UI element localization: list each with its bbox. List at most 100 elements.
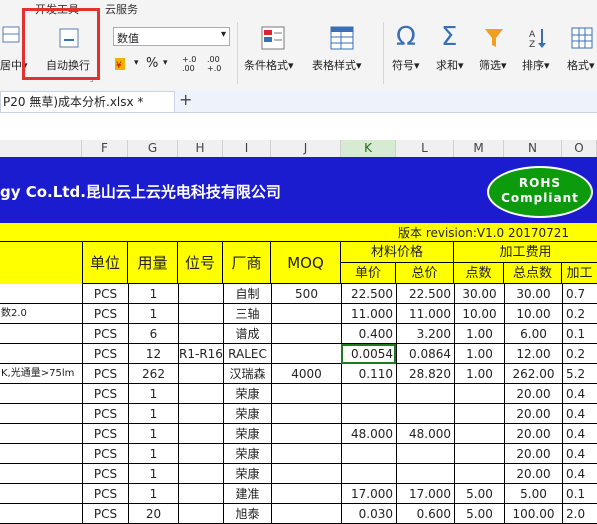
cell-unit-price[interactable] <box>341 444 396 464</box>
cell-processing[interactable]: 0.7 <box>562 284 597 304</box>
header-processing[interactable]: 加工 <box>562 263 597 284</box>
cell-description[interactable]: K,光通量>75lm <box>0 364 82 384</box>
cell-unit[interactable]: PCS <box>82 444 128 464</box>
number-format-select[interactable]: 数值 ▾ <box>113 27 230 46</box>
header-qty[interactable]: 用量 <box>128 242 178 284</box>
cell-position[interactable] <box>178 424 223 444</box>
cell-processing[interactable]: 0.1 <box>562 484 597 504</box>
cell-unit-price[interactable] <box>341 404 396 424</box>
cell-moq[interactable] <box>271 504 341 524</box>
decrease-decimal-button[interactable]: .00 +.0 <box>207 55 227 73</box>
cell-unit[interactable]: PCS <box>82 324 128 344</box>
revision-row[interactable]: 版本 revision:V1.0 20170721 <box>0 223 597 242</box>
cell-unit[interactable]: PCS <box>82 464 128 484</box>
cell-vendor[interactable]: 三轴 <box>223 304 271 324</box>
cell-moq[interactable] <box>271 304 341 324</box>
cell-description[interactable] <box>0 464 82 484</box>
cell-moq[interactable]: 4000 <box>271 364 341 384</box>
cell-qty[interactable]: 1 <box>128 404 178 424</box>
file-tab[interactable]: P20 無草)成本分析.xlsx * <box>0 91 175 112</box>
cell-unit[interactable]: PCS <box>82 344 128 364</box>
header-position[interactable]: 位号 <box>178 242 223 284</box>
cell-unit-price[interactable]: 48.000 <box>341 424 396 444</box>
company-title[interactable]: gy Co.Ltd.昆山云上云光电科技有限公司 <box>0 181 281 202</box>
cell-total-price[interactable]: 3.200 <box>396 324 454 344</box>
cell-moq[interactable] <box>271 324 341 344</box>
increase-decimal-button[interactable]: +.0 .00 <box>182 55 202 73</box>
cell-unit-price[interactable]: 22.500 <box>341 284 396 304</box>
column-header-j[interactable]: J <box>271 140 341 157</box>
cell-total-price[interactable]: 0.600 <box>396 504 454 524</box>
cell-position[interactable] <box>178 504 223 524</box>
cell-processing[interactable]: 0.4 <box>562 384 597 404</box>
cell-position[interactable] <box>178 464 223 484</box>
cell-position[interactable] <box>178 444 223 464</box>
cell-vendor[interactable]: 荣康 <box>223 424 271 444</box>
cell-points[interactable]: 1.00 <box>454 324 504 344</box>
header-total-price[interactable]: 总价 <box>396 263 454 284</box>
cell-position[interactable]: R1-R16 <box>178 344 223 364</box>
cell-vendor[interactable]: 荣康 <box>223 444 271 464</box>
header-total-points[interactable]: 总点数 <box>504 263 562 284</box>
comma-dropdown[interactable]: ▾ <box>163 58 168 68</box>
cell-vendor[interactable]: 自制 <box>223 284 271 304</box>
column-header-n[interactable]: N <box>504 140 562 157</box>
cell-description[interactable]: 数2.0 <box>0 304 82 324</box>
cell-vendor[interactable]: RALEC <box>223 344 271 364</box>
cell-qty[interactable]: 20 <box>128 504 178 524</box>
cell-moq[interactable] <box>271 484 341 504</box>
cell-processing[interactable]: 2.0 <box>562 504 597 524</box>
cell-vendor[interactable]: 荣康 <box>223 384 271 404</box>
cell-unit-price[interactable]: 17.000 <box>341 484 396 504</box>
column-header-i[interactable]: I <box>223 140 271 157</box>
cell-points[interactable]: 1.00 <box>454 344 504 364</box>
cell-points[interactable] <box>454 384 504 404</box>
header-unit-price[interactable]: 单价 <box>341 263 396 284</box>
cell-unit[interactable]: PCS <box>82 504 128 524</box>
header-moq[interactable]: MOQ <box>271 242 341 284</box>
column-header-m[interactable]: M <box>454 140 504 157</box>
cell-unit-price[interactable]: 0.400 <box>341 324 396 344</box>
cell-total-price[interactable] <box>396 444 454 464</box>
cell-moq[interactable]: 500 <box>271 284 341 304</box>
cell-unit[interactable]: PCS <box>82 284 128 304</box>
column-header-g[interactable]: G <box>128 140 178 157</box>
cell-processing[interactable]: 0.4 <box>562 424 597 444</box>
cell-vendor[interactable]: 荣康 <box>223 464 271 484</box>
sort-icon[interactable]: AZ <box>527 26 549 50</box>
cell-processing[interactable]: 0.1 <box>562 324 597 344</box>
cell-unit-price[interactable]: 0.030 <box>341 504 396 524</box>
cell-unit[interactable]: PCS <box>82 484 128 504</box>
symbol-button[interactable]: 符号▾ <box>392 57 420 73</box>
format-icon[interactable] <box>570 26 594 50</box>
cell-description[interactable] <box>0 504 82 524</box>
cell-total-points[interactable]: 20.00 <box>504 424 562 444</box>
cell-total-price[interactable]: 28.820 <box>396 364 454 384</box>
filter-button[interactable]: 筛选▾ <box>479 57 507 73</box>
cell-vendor[interactable]: 谱成 <box>223 324 271 344</box>
cell-points[interactable]: 30.00 <box>454 284 504 304</box>
cell-vendor[interactable]: 旭泰 <box>223 504 271 524</box>
format-button[interactable]: 格式▾ <box>567 57 595 73</box>
cell-description[interactable] <box>0 284 82 304</box>
header-material-price[interactable]: 材料价格 <box>341 242 454 263</box>
cell-unit-price[interactable] <box>341 384 396 404</box>
cell-unit[interactable]: PCS <box>82 364 128 384</box>
cell-qty[interactable]: 1 <box>128 444 178 464</box>
column-header-o[interactable]: O <box>562 140 597 157</box>
cell-qty[interactable]: 262 <box>128 364 178 384</box>
cell-total-price[interactable] <box>396 404 454 424</box>
sigma-icon[interactable]: Σ <box>441 22 457 52</box>
cell-position[interactable] <box>178 404 223 424</box>
cell-moq[interactable] <box>271 464 341 484</box>
cell-total-points[interactable]: 10.00 <box>504 304 562 324</box>
table-style-icon[interactable] <box>329 25 355 51</box>
cell-description[interactable] <box>0 404 82 424</box>
cell-total-points[interactable]: 20.00 <box>504 464 562 484</box>
conditional-format-button[interactable]: 条件格式▾ <box>244 57 294 73</box>
cell-points[interactable]: 5.00 <box>454 484 504 504</box>
column-header-blank[interactable] <box>0 140 82 157</box>
cell-description[interactable] <box>0 424 82 444</box>
currency-icon[interactable]: ¥ <box>113 55 133 73</box>
table-style-button[interactable]: 表格样式▾ <box>312 57 362 73</box>
